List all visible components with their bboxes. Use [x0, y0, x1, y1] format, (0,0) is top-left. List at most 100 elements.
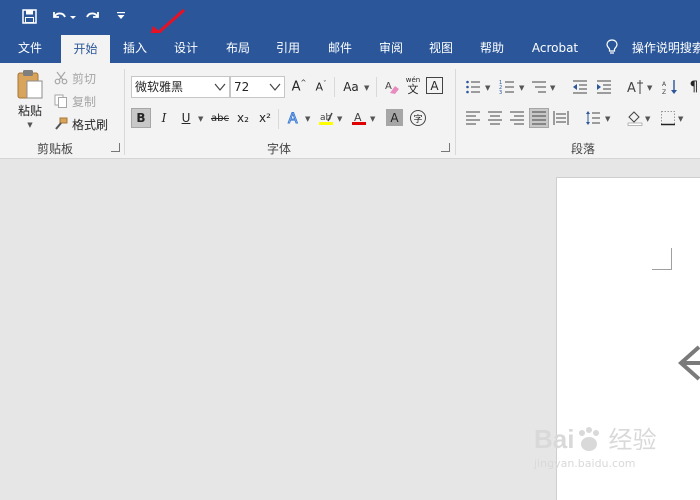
align-center-button[interactable] — [485, 108, 505, 128]
customize-icon — [117, 12, 125, 19]
chevron-down-icon: ▼ — [198, 115, 204, 123]
tab-help[interactable]: 帮助 — [472, 33, 512, 63]
group-divider — [334, 77, 335, 97]
grow-font-icon: A^ — [291, 79, 307, 95]
text-effects-button[interactable]: A — [284, 108, 304, 128]
copy-button[interactable]: 复制 — [54, 92, 96, 110]
distributed-button[interactable] — [551, 108, 571, 128]
numbering-button[interactable]: 123 — [497, 77, 517, 97]
group-divider — [455, 69, 456, 155]
align-right-icon — [510, 111, 524, 125]
multilevel-list-button[interactable] — [529, 77, 549, 97]
undo-button[interactable] — [48, 5, 78, 27]
sort-icon: AZ — [662, 80, 677, 95]
format-painter-button[interactable]: 格式刷 — [54, 115, 108, 133]
font-color-button[interactable]: A — [349, 108, 369, 128]
svg-text:A: A — [627, 81, 636, 95]
line-spacing-button[interactable] — [583, 108, 603, 128]
highlight-color-button[interactable]: ab — [316, 108, 336, 128]
increase-indent-button[interactable] — [594, 77, 614, 97]
italic-label: I — [161, 111, 167, 125]
save-button[interactable] — [18, 5, 40, 27]
tab-references[interactable]: 引用 — [268, 33, 308, 63]
font-name-combo[interactable]: 微软雅黑 — [131, 76, 230, 98]
decrease-indent-button[interactable] — [570, 77, 590, 97]
clipboard-group-label: 剪贴板 — [36, 142, 73, 156]
tab-insert[interactable]: 插入 — [115, 33, 155, 63]
clear-formatting-button[interactable]: A — [382, 77, 402, 97]
align-center-icon — [488, 111, 502, 125]
underline-button[interactable]: U — [176, 108, 196, 128]
character-border-button[interactable]: A — [426, 77, 443, 94]
bullets-button[interactable] — [463, 77, 483, 97]
cut-button[interactable]: 剪切 — [54, 69, 96, 87]
redo-button[interactable] — [82, 5, 104, 27]
undo-icon — [53, 11, 76, 19]
font-launcher[interactable] — [441, 143, 450, 152]
cut-label: 剪切 — [72, 71, 97, 86]
ribbon-home: 粘贴 ▼ 剪切 复制 格式刷 剪贴板 微软雅黑 72 A^ Aˇ Aa ▼ A … — [0, 63, 700, 159]
show-hide-button[interactable]: ¶ — [684, 77, 700, 97]
highlighter-icon: ab — [319, 112, 333, 125]
font-size-combo[interactable]: 72 — [230, 76, 285, 98]
watermark-brand: Bai — [534, 424, 575, 454]
decrease-indent-icon — [573, 80, 587, 94]
subscript-label: x₂ — [237, 111, 249, 125]
tell-me-search[interactable]: 操作说明搜索 — [602, 33, 700, 63]
align-left-icon — [466, 111, 480, 125]
chevron-down-icon: ▼ — [364, 84, 370, 92]
multilevel-list-icon — [532, 81, 546, 93]
quick-access-toolbar — [0, 0, 700, 33]
chevron-down-icon: ▼ — [550, 84, 556, 92]
chevron-down-icon: ▼ — [337, 115, 343, 123]
svg-text:A: A — [288, 111, 298, 126]
paintbrush-icon — [55, 117, 68, 130]
tab-mailings[interactable]: 邮件 — [320, 33, 360, 63]
format-painter-label: 格式刷 — [72, 117, 109, 132]
increase-indent-icon — [597, 80, 611, 94]
clipboard-launcher[interactable] — [111, 143, 120, 152]
tab-layout[interactable]: 布局 — [218, 33, 258, 63]
numbering-icon: 123 — [499, 80, 514, 95]
strikethrough-button[interactable]: abc — [208, 108, 232, 128]
group-divider — [376, 77, 377, 97]
superscript-button[interactable]: x² — [255, 108, 275, 128]
margin-corner-mark — [652, 248, 672, 270]
align-right-button[interactable] — [507, 108, 527, 128]
tab-review[interactable]: 审阅 — [371, 33, 411, 63]
bold-label: B — [136, 111, 146, 125]
phonetic-guide-button[interactable]: wén 文 — [403, 75, 423, 95]
superscript-label: x² — [259, 111, 271, 125]
svg-text:A: A — [662, 81, 667, 88]
borders-button[interactable] — [658, 108, 678, 128]
tab-acrobat[interactable]: Acrobat — [526, 33, 584, 63]
character-shading-label: A — [390, 110, 399, 125]
tab-design[interactable]: 设计 — [166, 33, 206, 63]
enclose-characters-button[interactable]: 字 — [408, 108, 428, 128]
tab-home[interactable]: 开始 — [61, 35, 110, 63]
align-left-button[interactable] — [463, 108, 483, 128]
subscript-button[interactable]: x₂ — [233, 108, 253, 128]
change-case-button[interactable]: Aa — [339, 77, 363, 97]
bold-button[interactable]: B — [131, 108, 151, 128]
sort-button[interactable]: AZ — [661, 77, 681, 97]
watermark: Bai 经验 jingyan.baidu.com — [534, 420, 656, 470]
italic-button[interactable]: I — [154, 108, 174, 128]
clipboard-icon — [17, 70, 43, 99]
phonetic-bottom: 文 — [407, 83, 419, 96]
asian-layout-icon: A — [627, 80, 643, 95]
tab-view[interactable]: 视图 — [421, 33, 461, 63]
paste-button[interactable]: 粘贴 ▼ — [14, 68, 46, 136]
chevron-down-icon: ▼ — [305, 115, 311, 123]
justify-button[interactable] — [529, 108, 549, 128]
character-shading-button[interactable]: A — [386, 109, 403, 126]
shrink-font-button[interactable]: Aˇ — [311, 77, 331, 97]
customize-qat-button[interactable] — [112, 5, 130, 27]
asian-layout-button[interactable]: A — [625, 77, 645, 97]
tab-file[interactable]: 文件 — [8, 33, 52, 63]
underline-label: U — [181, 111, 191, 125]
shading-button[interactable] — [625, 108, 645, 128]
grow-font-button[interactable]: A^ — [289, 77, 309, 97]
copy-icon — [54, 94, 67, 108]
chevron-down-icon: ▼ — [27, 121, 33, 129]
